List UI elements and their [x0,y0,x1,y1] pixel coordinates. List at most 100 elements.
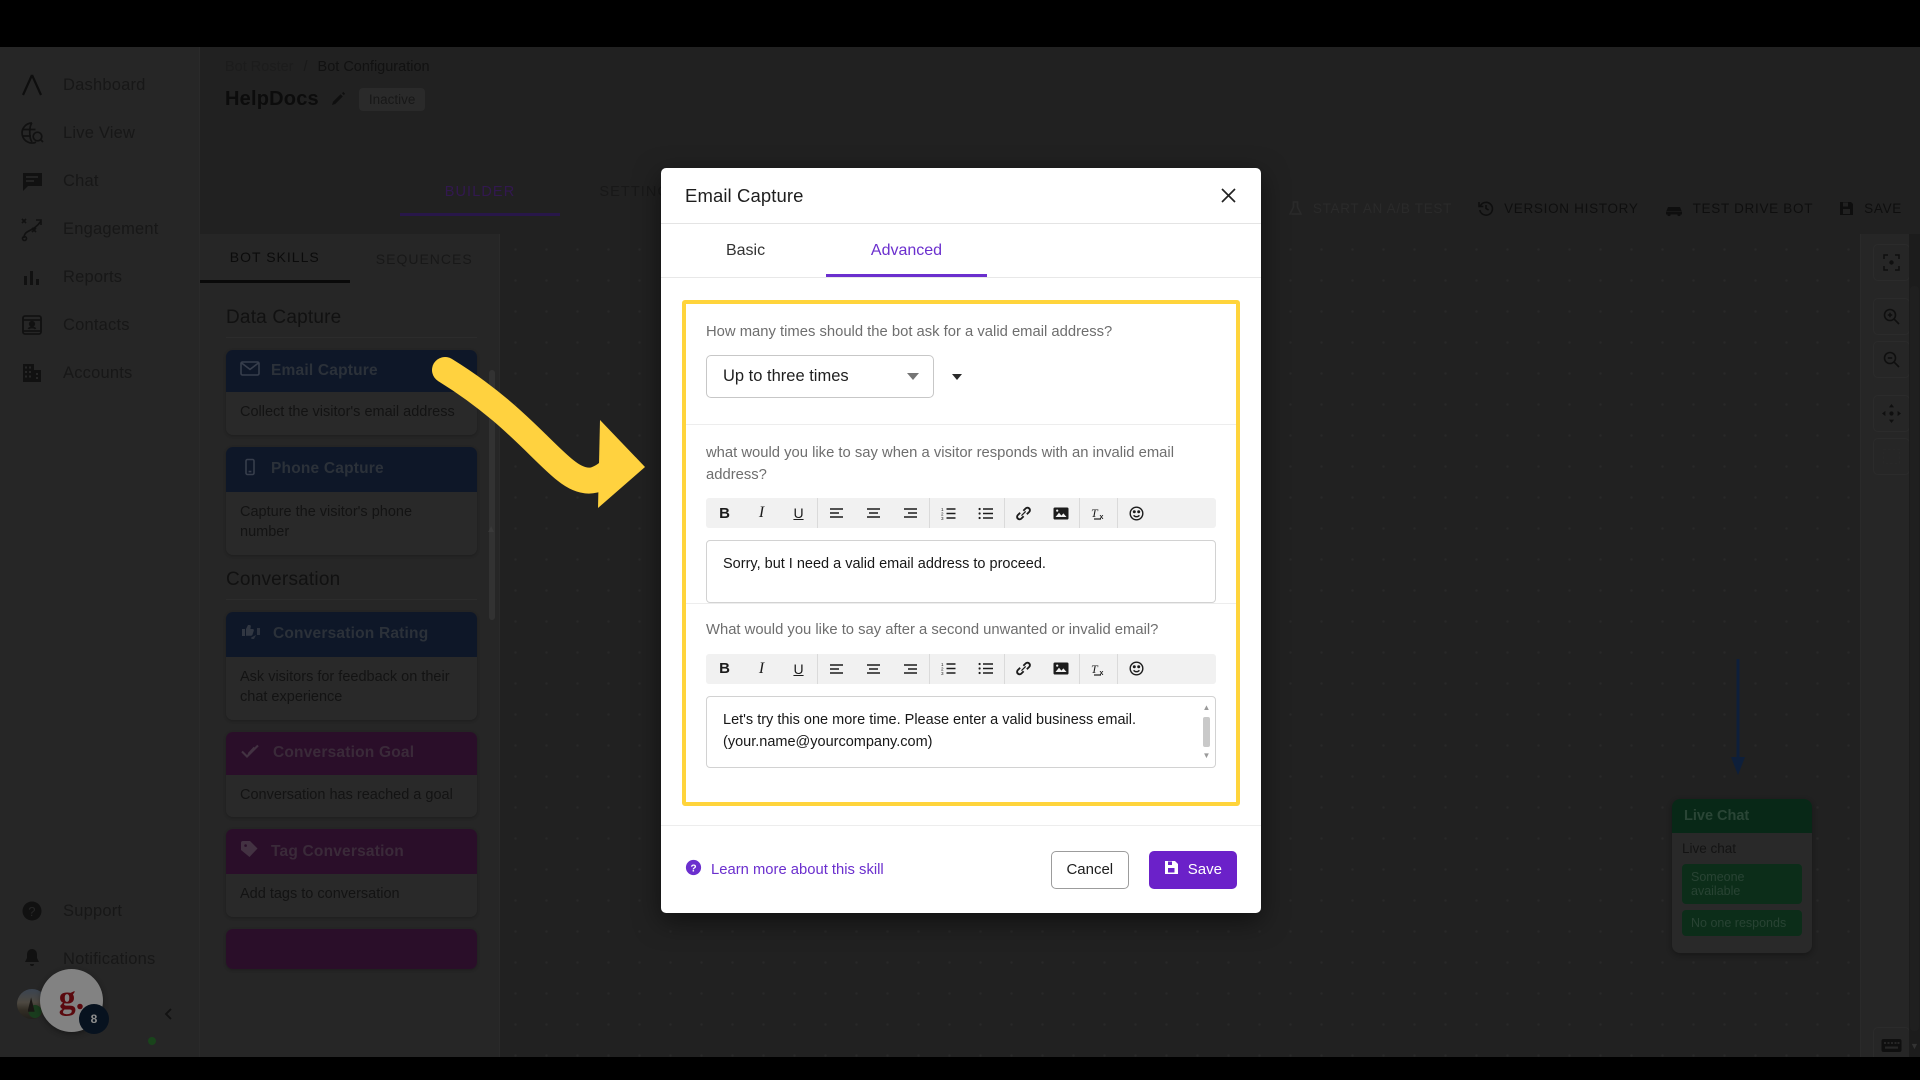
toolbar-label: TEST DRIVE BOT [1692,200,1814,216]
fit-selection-icon[interactable] [1873,438,1910,475]
beacon-unread-badge: 8 [79,1004,109,1034]
scroll-up-caret-icon[interactable]: ▲ [1203,702,1211,714]
edit-pencil-icon[interactable] [330,91,348,109]
learn-more-link[interactable]: ? Learn more about this skill [685,859,884,880]
bold-icon[interactable]: B [706,498,743,528]
align-center-icon[interactable] [855,498,892,528]
link-icon[interactable] [1005,654,1042,684]
sidebar-item-dashboard[interactable]: Dashboard [0,61,200,109]
bold-icon[interactable]: B [706,654,743,684]
sidebar-item-support[interactable]: ? Support [0,887,200,935]
collapse-nav-button[interactable] [158,1003,180,1025]
chat-beacon-launcher[interactable]: g. 8 [40,969,109,1034]
modal-title: Email Capture [685,184,804,206]
zoom-out-icon[interactable] [1873,341,1910,378]
bullet-list-icon[interactable] [967,498,1004,528]
toolbar-start-ab-test[interactable]: START AN A/B TEST [1287,200,1452,217]
sidebar-item-accounts[interactable]: Accounts [0,349,200,397]
tab-bot-skills[interactable]: BOT SKILLS [200,234,350,283]
skill-card-email-capture[interactable]: Email Capture Collect the visitor's emai… [226,350,477,435]
bot-skills-panel: BOT SKILLS SEQUENCES Data Capture Email … [200,234,500,1057]
top-toolbar: HIVE BOT START AN A/B TEST VERSION HISTO… [1167,199,1902,217]
sidebar-item-notifications[interactable]: Notifications [0,935,200,983]
zoom-in-icon[interactable] [1873,298,1910,335]
skill-card-tag-conversation[interactable]: Tag Conversation Add tags to conversatio… [226,829,477,918]
tab-builder[interactable]: BUILDER [400,184,560,216]
sidebar-item-reports[interactable]: Reports [0,253,200,301]
pan-move-icon[interactable] [1873,395,1910,432]
tab-advanced[interactable]: Advanced [826,224,987,277]
chevron-down-icon [907,373,919,381]
save-button[interactable]: Save [1148,850,1237,889]
underline-icon[interactable]: U [780,654,817,684]
ordered-list-icon[interactable]: 123 [930,498,967,528]
toolbar-save[interactable]: SAVE [1838,200,1902,217]
flow-node-live-chat[interactable]: Live Chat Live chat Someone available No… [1672,799,1812,953]
align-right-icon[interactable] [892,498,929,528]
thumbs-up-down-icon [240,623,262,646]
skill-card-desc: Add tags to conversation [226,874,477,918]
tab-basic[interactable]: Basic [665,224,826,277]
save-label: Save [1187,861,1222,878]
divider [226,598,477,600]
retry-count-select[interactable]: Up to three times [706,355,934,399]
image-icon[interactable] [1042,498,1079,528]
ordered-list-icon[interactable]: 123 [930,654,967,684]
sidebar-item-live-view[interactable]: Live View [0,109,200,157]
editor-scrollbar[interactable]: ▲ ▼ [1202,702,1211,762]
emoji-icon[interactable] [1118,498,1155,528]
footer-buttons: Cancel Save [1050,850,1237,889]
skills-scroll-container[interactable]: Data Capture Email Capture Collect the v… [200,283,499,1057]
flow-node-option[interactable]: Someone available [1682,864,1802,904]
skill-card-conversation-rating[interactable]: Conversation Rating Ask visitors for fee… [226,611,477,720]
breadcrumb-parent[interactable]: Bot Roster [225,59,294,75]
skill-card-header [226,929,477,970]
underline-icon[interactable]: U [780,498,817,528]
align-right-icon[interactable] [892,654,929,684]
floppy-disk-icon [1164,860,1179,879]
skill-card-conversation-goal[interactable]: Conversation Goal Conversation has reach… [226,731,477,818]
skill-group-title: Data Capture [226,307,342,328]
editor-text: Let's try this one more time. Please ent… [723,711,1136,750]
cancel-button[interactable]: Cancel [1050,850,1129,889]
bullet-list-icon[interactable] [967,654,1004,684]
align-left-icon[interactable] [818,654,855,684]
tab-sequences[interactable]: SEQUENCES [350,234,500,283]
scrollbar-thumb[interactable] [1910,286,1919,1031]
skills-scrollbar[interactable] [489,370,495,620]
align-left-icon[interactable] [818,498,855,528]
scroll-up-caret-icon[interactable]: ▲ [486,524,496,535]
skill-card-header: Email Capture [226,350,477,392]
scrollbar-thumb[interactable] [1203,716,1210,747]
invalid-email-reply-editor[interactable]: Sorry, but I need a valid email address … [706,540,1216,604]
skill-card-title: Phone Capture [271,460,384,478]
skill-card-header: Phone Capture [226,446,477,492]
close-icon[interactable] [1215,183,1241,209]
scroll-down-caret-icon[interactable]: ▼ [1203,750,1211,762]
scroll-down-caret-icon[interactable]: ▼ [1910,1042,1919,1051]
skill-card-phone-capture[interactable]: Phone Capture Capture the visitor's phon… [226,446,477,555]
clear-format-icon[interactable]: Tx [1080,654,1117,684]
align-center-icon[interactable] [855,654,892,684]
modal-footer: ? Learn more about this skill Cancel Sav… [661,825,1261,913]
clear-format-icon[interactable]: Tx [1080,498,1117,528]
toolbar-version-history[interactable]: VERSION HISTORY [1477,199,1639,217]
flow-node-option[interactable]: No one responds [1682,910,1802,936]
sidebar-item-contacts[interactable]: Contacts [0,301,200,349]
emoji-icon[interactable] [1118,654,1155,684]
italic-icon[interactable]: I [743,498,780,528]
sidebar-item-chat[interactable]: Chat [0,157,200,205]
toolbar-test-drive-bot[interactable]: TEST DRIVE BOT [1664,200,1814,217]
page-scrollbar[interactable]: ▼ [1909,234,1920,1057]
link-icon[interactable] [1005,498,1042,528]
image-icon[interactable] [1042,654,1079,684]
chevron-down-icon[interactable] [952,373,962,380]
italic-icon[interactable]: I [743,654,780,684]
svg-text:3: 3 [941,516,944,520]
second-invalid-email-reply-editor[interactable]: Let's try this one more time. Please ent… [706,695,1216,768]
sidebar-item-engagement[interactable]: Engagement [0,205,200,253]
skill-card-partial[interactable] [226,929,477,970]
keyboard-icon[interactable] [1873,1027,1910,1057]
breadcrumb-separator: / [303,59,308,75]
center-focus-icon[interactable] [1873,244,1910,281]
